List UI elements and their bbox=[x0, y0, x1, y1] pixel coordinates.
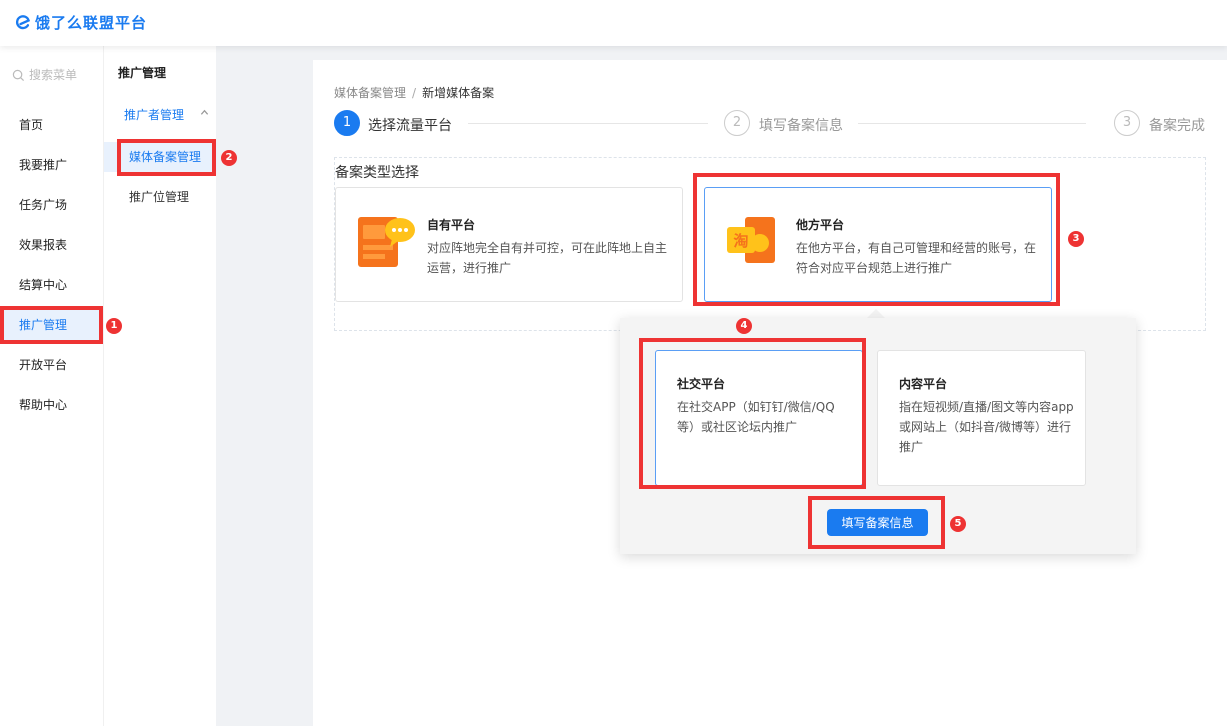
sidebar-item-home[interactable]: 首页 bbox=[0, 110, 103, 140]
step-3-label: 备案完成 bbox=[1149, 118, 1205, 134]
annotation-badge: 4 bbox=[736, 318, 752, 334]
subnav-group-label: 推广者管理 bbox=[124, 108, 185, 122]
annotation-box bbox=[808, 496, 945, 549]
step-1-label: 选择流量平台 bbox=[368, 118, 452, 134]
own-platform-desc: 对应阵地完全自有并可控，可在此阵地上自主运营，进行推广 bbox=[427, 241, 668, 275]
menu-search[interactable] bbox=[12, 68, 89, 82]
own-platform-icon bbox=[358, 217, 415, 267]
sidebar: 首页 我要推广 任务广场 效果报表 结算中心 推广管理 开放平台 帮助中心 bbox=[0, 46, 103, 726]
annotation-badge: 3 bbox=[1068, 231, 1084, 247]
annotation-box bbox=[117, 139, 216, 176]
step-3-circle: 3 bbox=[1114, 110, 1140, 136]
subnav-title: 推广管理 bbox=[118, 66, 167, 80]
top-bar: 饿了么联盟平台 bbox=[0, 0, 1227, 46]
sidebar-item-settlement[interactable]: 结算中心 bbox=[0, 270, 103, 300]
eleme-logo-icon bbox=[16, 14, 31, 29]
annotation-box bbox=[639, 338, 866, 489]
search-input[interactable] bbox=[29, 68, 89, 82]
annotation-badge: 5 bbox=[950, 516, 966, 532]
own-platform-card[interactable]: 自有平台 对应阵地完全自有并可控，可在此阵地上自主运营，进行推广 bbox=[335, 187, 683, 302]
content-platform-desc: 指在短视频/直播/图文等内容app或网站上（如抖音/微博等）进行推广 bbox=[899, 400, 1074, 454]
search-icon bbox=[12, 69, 25, 81]
brand-logo[interactable]: 饿了么联盟平台 bbox=[14, 12, 147, 33]
annotation-badge: 2 bbox=[221, 150, 237, 166]
breadcrumb-parent[interactable]: 媒体备案管理 bbox=[334, 86, 406, 100]
sidebar-item-open-platform[interactable]: 开放平台 bbox=[0, 350, 103, 380]
own-platform-title: 自有平台 bbox=[427, 218, 476, 232]
content-platform-title: 内容平台 bbox=[899, 377, 948, 391]
breadcrumb-current: 新增媒体备案 bbox=[422, 86, 495, 100]
sidebar-item-task-square[interactable]: 任务广场 bbox=[0, 190, 103, 220]
step-connector bbox=[468, 123, 708, 124]
content-platform-card[interactable]: 内容平台 指在短视频/直播/图文等内容app或网站上（如抖音/微博等）进行推广 bbox=[877, 350, 1086, 486]
section-title: 备案类型选择 bbox=[335, 165, 419, 181]
chevron-up-icon bbox=[200, 100, 209, 130]
sidebar-item-reports[interactable]: 效果报表 bbox=[0, 230, 103, 260]
brand-name: 饿了么联盟平台 bbox=[35, 14, 148, 32]
annotation-badge: 1 bbox=[106, 318, 122, 334]
subnav-group-promoter[interactable]: 推广者管理 bbox=[104, 100, 217, 130]
subnav-item-ad-position[interactable]: 推广位管理 bbox=[104, 182, 217, 212]
step-connector bbox=[858, 123, 1086, 124]
step-1-circle: 1 bbox=[334, 110, 360, 136]
step-2-label: 填写备案信息 bbox=[759, 118, 843, 134]
sidebar-item-help-center[interactable]: 帮助中心 bbox=[0, 390, 103, 420]
sidebar-item-promote[interactable]: 我要推广 bbox=[0, 150, 103, 180]
annotation-box bbox=[693, 173, 1060, 306]
annotation-box bbox=[0, 306, 103, 344]
step-2-circle: 2 bbox=[724, 110, 750, 136]
breadcrumb: 媒体备案管理 / 新增媒体备案 bbox=[334, 84, 494, 101]
breadcrumb-separator: / bbox=[412, 86, 417, 100]
